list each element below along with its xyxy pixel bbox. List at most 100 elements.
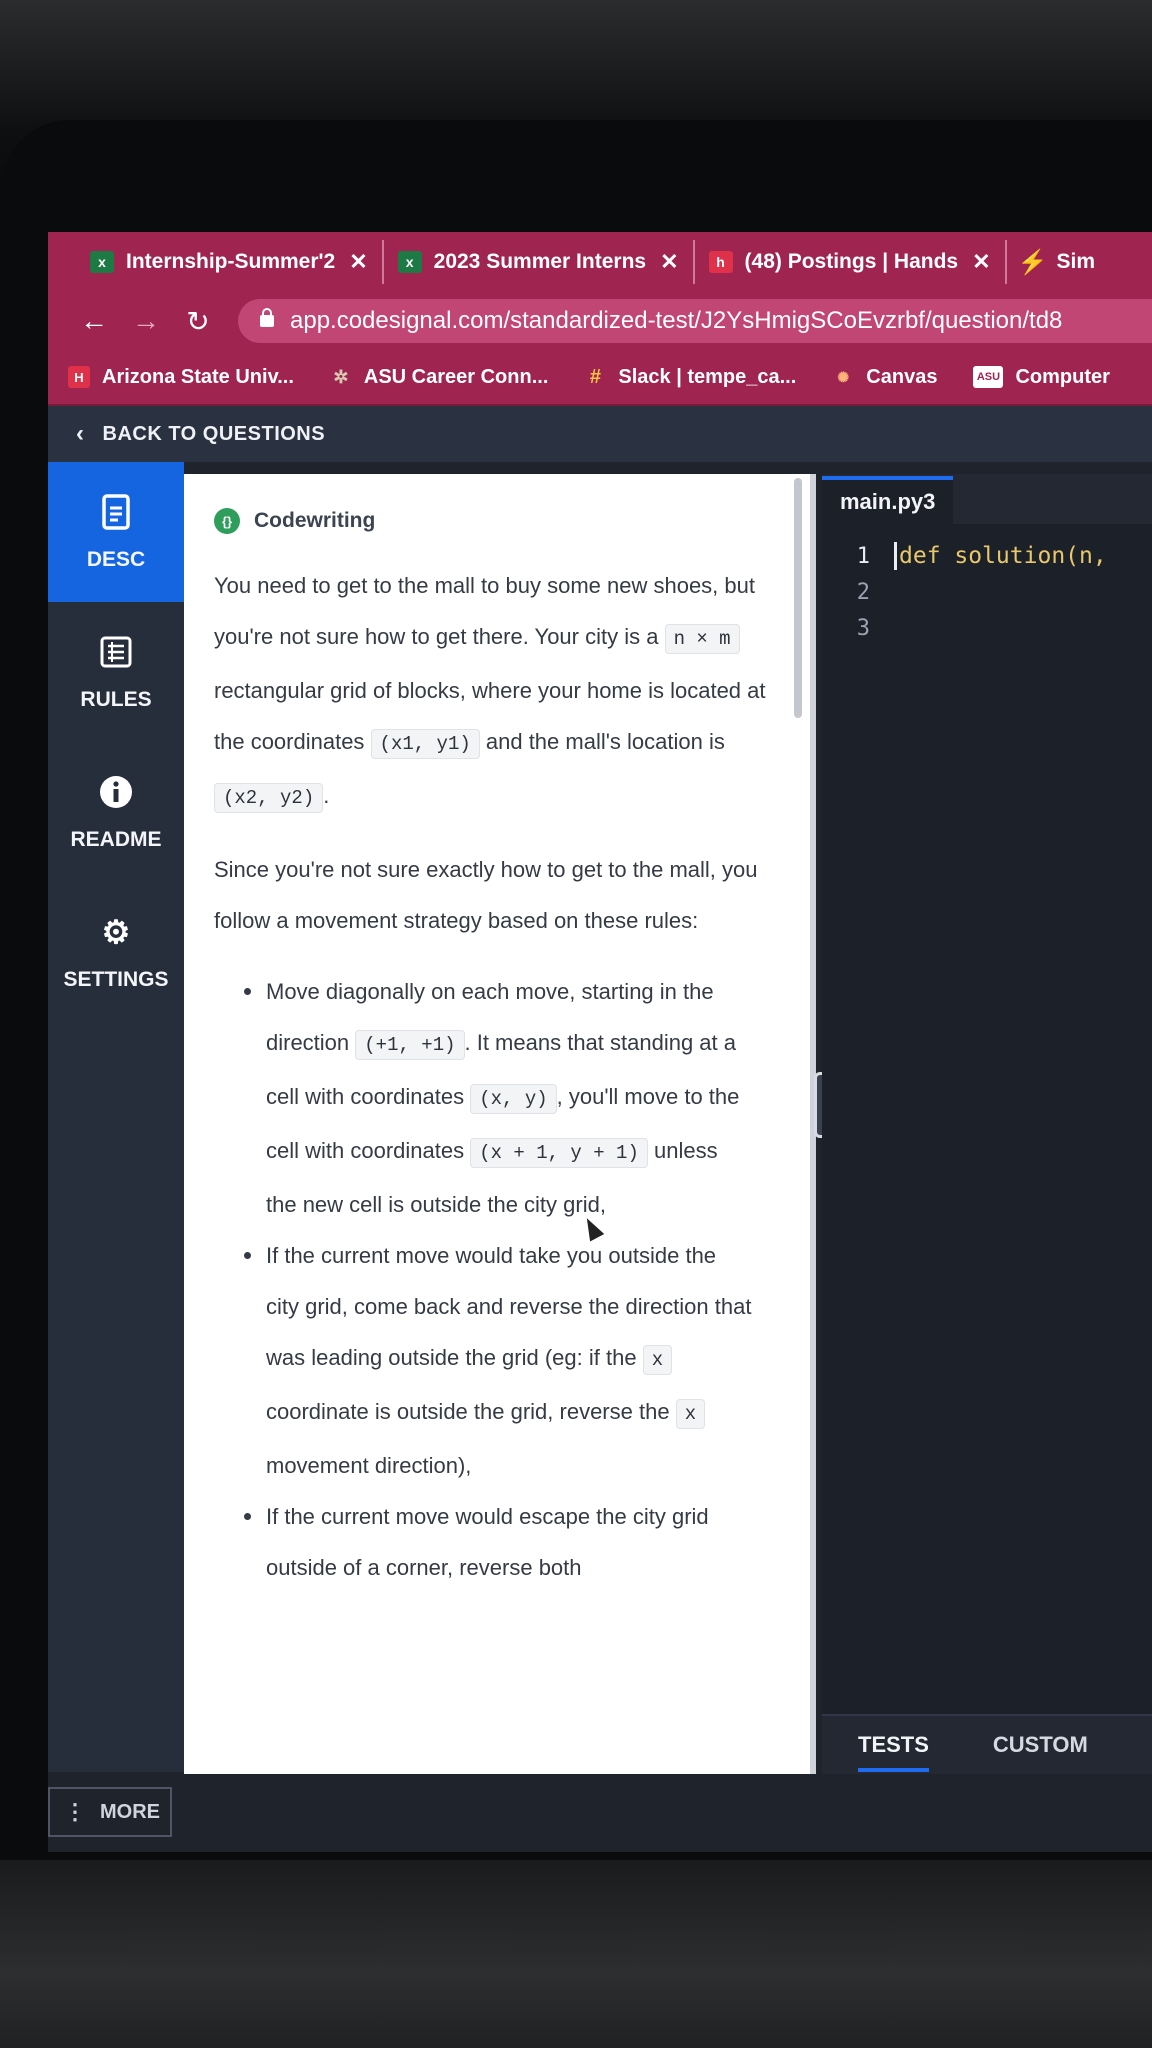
screen: x Internship-Summer'2 ✕ x 2023 Summer In… bbox=[48, 232, 1152, 1852]
chevron-left-icon: ‹ bbox=[76, 420, 85, 447]
bookmark-label: ASU Career Conn... bbox=[363, 365, 549, 388]
sidebar-item-label: DESC bbox=[86, 548, 146, 571]
bookmark-asu[interactable]: H Arizona State Univ... bbox=[68, 366, 294, 389]
inline-code: (x1, y1) bbox=[370, 729, 480, 759]
forward-arrow-icon[interactable]: → bbox=[120, 305, 172, 337]
code-line: 3 bbox=[822, 610, 1152, 646]
question-type: {} Codewriting bbox=[184, 474, 810, 534]
more-button[interactable]: ⋮ MORE bbox=[48, 1787, 172, 1837]
inline-code: (x, y) bbox=[470, 1084, 557, 1114]
paragraph: You need to get to the mall to buy some … bbox=[214, 560, 780, 824]
code-line: 2 bbox=[822, 574, 1152, 610]
editor-tabs: main.py3 bbox=[822, 474, 1152, 524]
tests-bar: TESTS CUSTOM bbox=[822, 1714, 1152, 1774]
reload-icon[interactable]: ↻ bbox=[172, 305, 224, 338]
inline-code: (x + 1, y + 1) bbox=[470, 1138, 648, 1168]
line-number: 3 bbox=[856, 615, 870, 641]
browser-tab[interactable]: h (48) Postings | Hands ✕ bbox=[695, 240, 1007, 284]
description-panel: {} Codewriting You need to get to the ma… bbox=[184, 474, 816, 1774]
back-to-questions-button[interactable]: ‹ BACK TO QUESTIONS bbox=[48, 406, 1152, 462]
tab-label: Internship-Summer'2 bbox=[126, 250, 336, 273]
bookmarks-bar: H Arizona State Univ... ✲ ASU Career Con… bbox=[48, 350, 1152, 406]
list-icon bbox=[98, 632, 134, 672]
sidebar-item-label: SETTINGS bbox=[63, 968, 169, 991]
browser-tab[interactable]: ⚡ Sim bbox=[1007, 240, 1110, 284]
address-bar: ← → ↻ app.codesignal.com/standardized-te… bbox=[48, 292, 1152, 350]
inline-code: x bbox=[675, 1399, 706, 1429]
canvas-icon: ✺ bbox=[837, 368, 850, 385]
close-icon[interactable]: ✕ bbox=[972, 249, 990, 275]
text: movement direction), bbox=[266, 1453, 472, 1478]
text: and the mall's location is bbox=[479, 729, 725, 754]
inline-code: (+1, +1) bbox=[355, 1030, 465, 1060]
info-icon bbox=[98, 772, 134, 812]
asu-career-icon: ✲ bbox=[333, 366, 349, 387]
inline-code: (x2, y2) bbox=[214, 783, 324, 813]
sidebar-item-label: README bbox=[70, 828, 162, 851]
code-line: 1 def solution(n, bbox=[822, 538, 1152, 574]
bottom-strip: ⋮ MORE bbox=[48, 1774, 1152, 1852]
text-caret bbox=[894, 542, 897, 570]
bookmark-label: Computer bbox=[1015, 365, 1110, 388]
code-text: def solution(n, bbox=[899, 543, 1107, 569]
browser-tab[interactable]: x 2023 Summer Interns ✕ bbox=[384, 240, 695, 284]
back-arrow-icon[interactable]: ← bbox=[68, 305, 120, 337]
bookmark-canvas[interactable]: ✺ Canvas bbox=[832, 366, 937, 389]
tab-custom[interactable]: CUSTOM bbox=[993, 1732, 1088, 1758]
sidebar-item-rules[interactable]: RULES bbox=[48, 602, 184, 742]
bookmark-slack[interactable]: # Slack | tempe_ca... bbox=[584, 366, 796, 389]
url-field[interactable]: app.codesignal.com/standardized-test/J2Y… bbox=[238, 299, 1152, 343]
close-icon[interactable]: ✕ bbox=[660, 249, 678, 275]
file-tab[interactable]: main.py3 bbox=[822, 476, 954, 524]
slack-icon: # bbox=[589, 365, 601, 388]
bookmark-label: Canvas bbox=[866, 365, 938, 388]
sidebar-item-desc[interactable]: DESC bbox=[48, 462, 184, 602]
close-icon[interactable]: ✕ bbox=[349, 249, 367, 275]
paragraph: Since you're not sure exactly how to get… bbox=[214, 857, 758, 933]
code-area[interactable]: 1 def solution(n, 2 3 bbox=[822, 524, 1152, 646]
bookmark-career[interactable]: ✲ ASU Career Conn... bbox=[330, 366, 548, 389]
browser-tab[interactable]: x Internship-Summer'2 ✕ bbox=[76, 240, 384, 284]
laptop-frame-bottom bbox=[0, 1860, 1152, 2048]
line-number: 1 bbox=[856, 543, 870, 569]
sheets-icon: x bbox=[397, 251, 422, 273]
asu-icon: ASU bbox=[973, 366, 1004, 388]
list-item: If the current move would take you outsi… bbox=[244, 1230, 752, 1491]
sidebar: DESC RULES README ⚙ SETTINGS bbox=[48, 462, 184, 1772]
sidebar-item-label: RULES bbox=[80, 688, 152, 711]
text: . bbox=[323, 783, 330, 808]
sheets-icon: x bbox=[90, 251, 114, 273]
description-scrollbar[interactable] bbox=[794, 478, 802, 718]
handshake-icon: H bbox=[68, 366, 90, 388]
list-item: Move diagonally on each move, starting i… bbox=[244, 966, 752, 1230]
sidebar-item-readme[interactable]: README bbox=[48, 742, 184, 882]
tab-tests[interactable]: TESTS bbox=[858, 1718, 929, 1772]
more-label: MORE bbox=[100, 1800, 160, 1823]
document-icon bbox=[98, 492, 134, 532]
lock-icon bbox=[260, 308, 274, 327]
url-text: app.codesignal.com/standardized-test/J2Y… bbox=[290, 307, 1063, 334]
more-dots-icon: ⋮ bbox=[64, 1799, 86, 1824]
text: If the current move would take you outsi… bbox=[266, 1243, 752, 1370]
question-type-label: Codewriting bbox=[254, 509, 376, 532]
tab-label: 2023 Summer Interns bbox=[433, 250, 647, 273]
sidebar-item-settings[interactable]: ⚙ SETTINGS bbox=[48, 882, 184, 1022]
list-item: If the current move would escape the cit… bbox=[244, 1491, 752, 1593]
back-label: BACK TO QUESTIONS bbox=[102, 422, 326, 445]
bookmark-computer[interactable]: ASU Computer bbox=[973, 365, 1110, 389]
bookmark-label: Slack | tempe_ca... bbox=[618, 365, 797, 388]
inline-code: n × m bbox=[664, 624, 740, 654]
gear-icon: ⚙ bbox=[101, 914, 131, 950]
rules-list: Move diagonally on each move, starting i… bbox=[214, 966, 780, 1593]
inline-code: x bbox=[642, 1345, 673, 1375]
line-number: 2 bbox=[856, 579, 870, 605]
browser-tab-bar: x Internship-Summer'2 ✕ x 2023 Summer In… bbox=[48, 232, 1152, 292]
description-body: You need to get to the mall to buy some … bbox=[184, 534, 810, 1593]
text: coordinate is outside the grid, reverse … bbox=[266, 1399, 676, 1424]
code-editor: main.py3 1 def solution(n, 2 3 TESTS CUS… bbox=[822, 474, 1152, 1774]
handshake-icon: h bbox=[708, 251, 733, 273]
lightning-icon: ⚡ bbox=[1017, 248, 1048, 276]
tab-label: (48) Postings | Hands bbox=[744, 250, 959, 273]
code-icon: {} bbox=[214, 508, 240, 534]
tab-label: Sim bbox=[1056, 250, 1096, 273]
